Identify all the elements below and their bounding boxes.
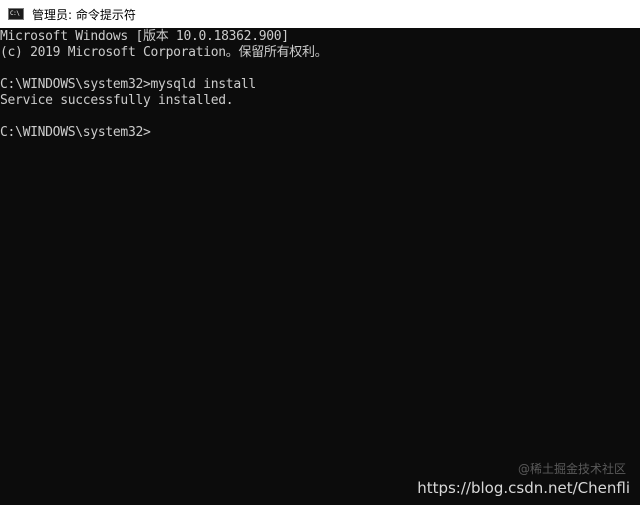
console-line-result: Service successfully installed. (0, 93, 234, 108)
console-line-command: C:\WINDOWS\system32>mysqld install (0, 77, 256, 92)
cmd-icon: C:\ (8, 8, 24, 20)
console-prompt[interactable]: C:\WINDOWS\system32> (0, 125, 640, 141)
window-title: 管理员: 命令提示符 (32, 7, 136, 22)
console-output[interactable]: Microsoft Windows [版本 10.0.18362.900] (c… (0, 28, 640, 505)
cmd-icon-glyph: C:\ (10, 10, 20, 17)
console-line-copyright: (c) 2019 Microsoft Corporation。保留所有权利。 (0, 45, 328, 60)
title-bar[interactable]: C:\ 管理员: 命令提示符 (0, 0, 640, 28)
watermark: https://blog.csdn.net/Chenfli (417, 479, 630, 497)
console-line-version: Microsoft Windows [版本 10.0.18362.900] (0, 29, 289, 44)
watermark-faint: @稀土掘金技术社区 (517, 462, 626, 476)
